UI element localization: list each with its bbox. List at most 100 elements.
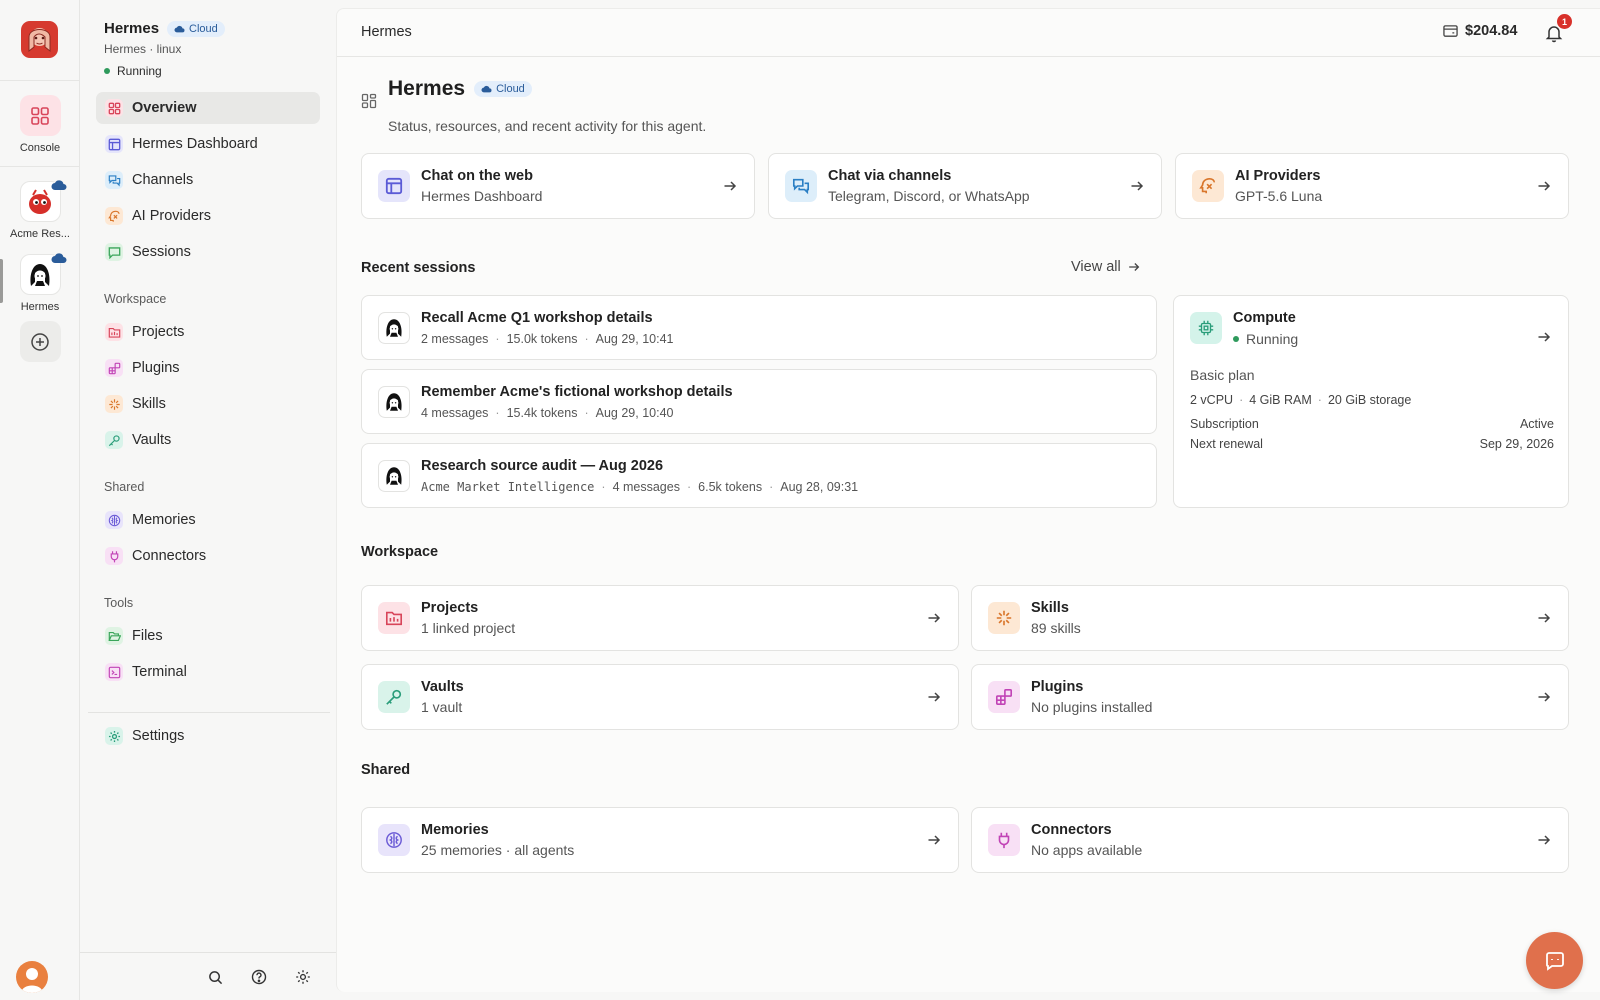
shared-title: Shared: [361, 762, 411, 778]
sidebar-item-vaults[interactable]: Vaults: [96, 424, 320, 456]
sidebar-item-ai-providers[interactable]: AI Providers: [96, 200, 320, 232]
main-content: Hermes $204.84 1 Hermes Cloud Status, re…: [336, 8, 1600, 992]
session-messages: 4 messages: [421, 406, 489, 420]
sidebar-item-label: Connectors: [132, 548, 207, 564]
gear-icon[interactable]: [294, 968, 312, 986]
compute-plan: Basic plan: [1190, 367, 1255, 383]
key-icon: [105, 431, 123, 449]
workspace-card-vaults[interactable]: Vaults 1 vault: [361, 664, 959, 730]
compute-status: Running: [1233, 331, 1298, 347]
sidebar-item-overview[interactable]: Overview: [96, 92, 320, 124]
sidebar-item-projects[interactable]: Projects: [96, 316, 320, 348]
session-title: Research source audit — Aug 2026: [421, 458, 664, 474]
chat-support-button[interactable]: [1526, 932, 1583, 989]
sidebar-item-label: Settings: [132, 728, 185, 744]
session-card[interactable]: Research source audit — Aug 2026 Acme Ma…: [361, 443, 1157, 508]
workspace-card-projects[interactable]: Projects 1 linked project: [361, 585, 959, 651]
sidebar-item-hermes-dashboard[interactable]: Hermes Dashboard: [96, 128, 320, 160]
compute-card[interactable]: Compute Running Basic plan 2 vCPU · 4 GiB …: [1173, 295, 1569, 508]
sidebar-item-skills[interactable]: Skills: [96, 388, 320, 420]
brain-icon: [378, 824, 410, 856]
sidebar-item-memories[interactable]: Memories: [96, 504, 320, 536]
rail-item-hermes[interactable]: Hermes: [0, 253, 80, 313]
search-icon[interactable]: [206, 968, 224, 986]
card-title: AI Providers: [1235, 168, 1321, 184]
page-description: Status, resources, and recent activity f…: [388, 118, 707, 134]
workspace-card-plugins[interactable]: Plugins No plugins installed: [971, 664, 1569, 730]
arrow-right-icon: [928, 692, 941, 702]
view-all-link[interactable]: View all: [1071, 259, 1141, 275]
card-title: Projects: [421, 600, 479, 616]
sidebar-item-label: Overview: [132, 100, 197, 116]
brain-icon: [105, 511, 123, 529]
sidebar-item-sessions[interactable]: Sessions: [96, 236, 320, 268]
help-icon[interactable]: [250, 968, 268, 986]
card-title: Skills: [1031, 600, 1069, 616]
sidebar-item-label: Memories: [132, 512, 196, 528]
app-logo[interactable]: [21, 21, 58, 58]
status-dot: [104, 68, 110, 74]
session-tokens: 15.0k tokens: [506, 332, 578, 346]
sidebar-item-channels[interactable]: Channels: [96, 164, 320, 196]
sparkle-brain-icon: [105, 207, 123, 225]
layout-icon: [378, 170, 410, 202]
hermes-avatar: [378, 460, 410, 492]
quick-link-chat-on-the-web[interactable]: Chat on the web Hermes Dashboard: [361, 153, 755, 219]
sidebar-item-files[interactable]: Files: [96, 620, 320, 652]
sidebar-item-label: Files: [132, 628, 163, 644]
quick-link-ai-providers[interactable]: AI Providers GPT-5.6 Luna: [1175, 153, 1569, 219]
status-dot: [1233, 336, 1239, 342]
user-avatar[interactable]: [16, 961, 48, 993]
card-title: Vaults: [421, 679, 464, 695]
credit-balance[interactable]: $204.84: [1443, 23, 1517, 39]
add-agent-button[interactable]: [0, 321, 80, 362]
nav-section-tools: Tools: [104, 596, 134, 610]
session-tokens: 6.5k tokens: [698, 480, 763, 494]
arrow-right-icon: [1538, 835, 1551, 845]
nav-section-shared: Shared: [104, 480, 145, 494]
notification-badge: 1: [1557, 14, 1572, 29]
chat-icon: [1545, 951, 1564, 971]
arrow-right-icon: [928, 835, 941, 845]
hermes-avatar: [378, 312, 410, 344]
agent-header: Hermes Cloud Hermes · linux Running: [104, 20, 225, 78]
sidebar-item-connectors[interactable]: Connectors: [96, 540, 320, 572]
red-mascot-avatar: [19, 180, 66, 222]
session-tokens: 15.4k tokens: [506, 406, 578, 420]
card-subtitle: 1 linked project: [421, 620, 516, 636]
cloud-icon: [51, 253, 66, 263]
arrow-right-icon: [1538, 332, 1551, 342]
rail-item-console[interactable]: Console: [0, 95, 80, 154]
rail-item-label: Hermes: [20, 301, 60, 313]
arrow-right-icon: [1538, 181, 1551, 191]
recent-sessions-title: Recent sessions: [361, 260, 476, 276]
session-card[interactable]: Recall Acme Q1 workshop details 2 messag…: [361, 295, 1157, 360]
chip-icon: [1190, 312, 1222, 344]
sparkle-brain-icon: [1192, 170, 1224, 202]
rail-item-acme-research[interactable]: Acme Res...: [0, 180, 80, 240]
cloud-badge: Cloud: [474, 81, 532, 97]
hermes-avatar: [19, 253, 66, 295]
cloud-icon: [174, 25, 185, 32]
cloud-icon: [481, 85, 492, 93]
sidebar-item-label: Skills: [132, 396, 166, 412]
shared-card-memories[interactable]: Memories 25 memories · all agents: [361, 807, 959, 873]
renewal-row: Next renewal Sep 29, 2026: [1190, 437, 1554, 451]
sidebar-item-settings[interactable]: Settings: [96, 720, 320, 752]
shared-card-connectors[interactable]: Connectors No apps available: [971, 807, 1569, 873]
chat-bubbles-icon: [785, 170, 817, 202]
sidebar-item-plugins[interactable]: Plugins: [96, 352, 320, 384]
folder-icon: [378, 602, 410, 634]
card-subtitle: GPT-5.6 Luna: [1235, 188, 1323, 204]
subscription-row: Subscription Active: [1190, 417, 1554, 431]
sidebar-item-label: Plugins: [132, 360, 180, 376]
agent-status: Running: [104, 64, 225, 78]
workspace-card-skills[interactable]: Skills 89 skills: [971, 585, 1569, 651]
key-icon: [378, 681, 410, 713]
card-title: Chat via channels: [828, 168, 952, 184]
sidebar-item-terminal[interactable]: Terminal: [96, 656, 320, 688]
sparkles-icon: [105, 395, 123, 413]
quick-link-chat-via-channels[interactable]: Chat via channels Telegram, Discord, or …: [768, 153, 1162, 219]
card-subtitle: No plugins installed: [1031, 699, 1153, 715]
session-card[interactable]: Remember Acme's fictional workshop detai…: [361, 369, 1157, 434]
